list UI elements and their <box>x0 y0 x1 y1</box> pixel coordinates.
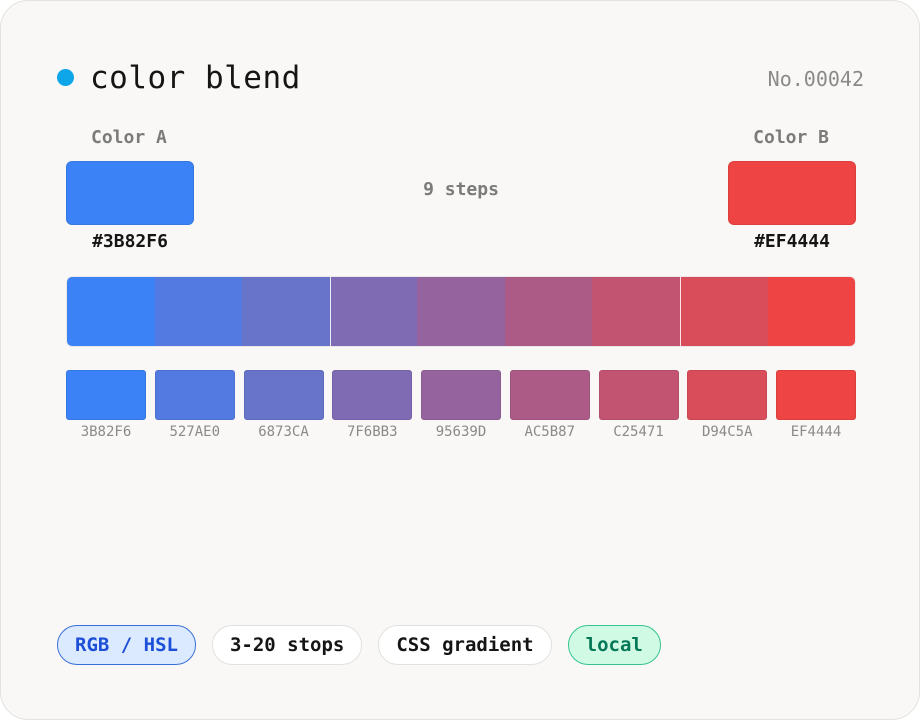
feature-tag: local <box>567 625 661 665</box>
gradient-segment <box>329 277 418 346</box>
gradient-segment <box>504 277 593 346</box>
palette-chip-hex: D94C5A <box>701 424 753 440</box>
palette-chip: 3B82F6 <box>66 370 146 441</box>
palette-chip-swatch[interactable] <box>776 370 856 420</box>
palette-chip: EF4444 <box>776 370 856 441</box>
gradient-segment <box>67 277 155 346</box>
color-b-picker[interactable] <box>728 161 856 225</box>
palette-chip-hex: 527AE0 <box>169 424 221 440</box>
palette-chip: D94C5A <box>687 370 768 441</box>
gradient-segment <box>679 277 768 346</box>
palette-chip-swatch[interactable] <box>598 370 679 420</box>
palette-chips: 3B82F6 527AE0 6873CA 7F6BB3 95639D AC5B87 C254… <box>66 370 856 440</box>
feature-tags: RGB / HSL 3-20 stops CSS gradient local <box>57 625 661 665</box>
palette-chip: 527AE0 <box>154 370 235 441</box>
palette-chip-hex: 7F6BB3 <box>346 424 398 440</box>
gradient-segment <box>242 277 330 346</box>
color-b-hex: #EF4444 <box>754 231 830 252</box>
record-number: No.00042 <box>767 67 864 91</box>
feature-tag: RGB / HSL <box>57 625 196 665</box>
palette-chip-hex: 6873CA <box>258 424 309 440</box>
gradient-segment <box>154 277 243 346</box>
palette-chip-hex: AC5B87 <box>524 424 576 440</box>
palette-chip: 6873CA <box>243 370 324 441</box>
palette-chip-swatch[interactable] <box>687 370 768 420</box>
color-a-picker[interactable] <box>66 161 194 225</box>
feature-tag: CSS gradient <box>378 625 552 665</box>
palette-chip-swatch[interactable] <box>509 370 590 420</box>
palette-chip-hex: 3B82F6 <box>80 424 132 440</box>
feature-tag: 3-20 stops <box>211 625 363 665</box>
blend-card: color blend No.00042 Color A Color B #3B… <box>0 0 920 720</box>
palette-chip-swatch[interactable] <box>243 370 324 420</box>
palette-chip: 95639D <box>421 370 501 441</box>
gradient-segment <box>417 277 505 346</box>
gradient-segment <box>592 277 680 346</box>
color-b-label: Color B <box>753 127 829 148</box>
status-dot-icon <box>57 69 74 86</box>
palette-chip-swatch[interactable] <box>66 370 146 420</box>
palette-chip-swatch[interactable] <box>421 370 501 420</box>
palette-chip-swatch[interactable] <box>154 370 235 420</box>
color-a-label: Color A <box>91 127 167 148</box>
palette-chip: 7F6BB3 <box>332 370 413 441</box>
steps-count: 9 steps <box>423 179 499 200</box>
palette-chip-hex: EF4444 <box>790 424 842 440</box>
palette-chip-hex: C25471 <box>613 424 664 440</box>
palette-chip-hex: 95639D <box>435 424 487 440</box>
gradient-segment <box>767 277 855 346</box>
palette-chip: AC5B87 <box>509 370 590 441</box>
gradient-preview-bar <box>66 276 856 347</box>
app-title: color blend <box>90 60 301 96</box>
palette-chip-swatch[interactable] <box>332 370 413 420</box>
color-a-hex: #3B82F6 <box>92 231 168 252</box>
palette-chip: C25471 <box>598 370 679 441</box>
